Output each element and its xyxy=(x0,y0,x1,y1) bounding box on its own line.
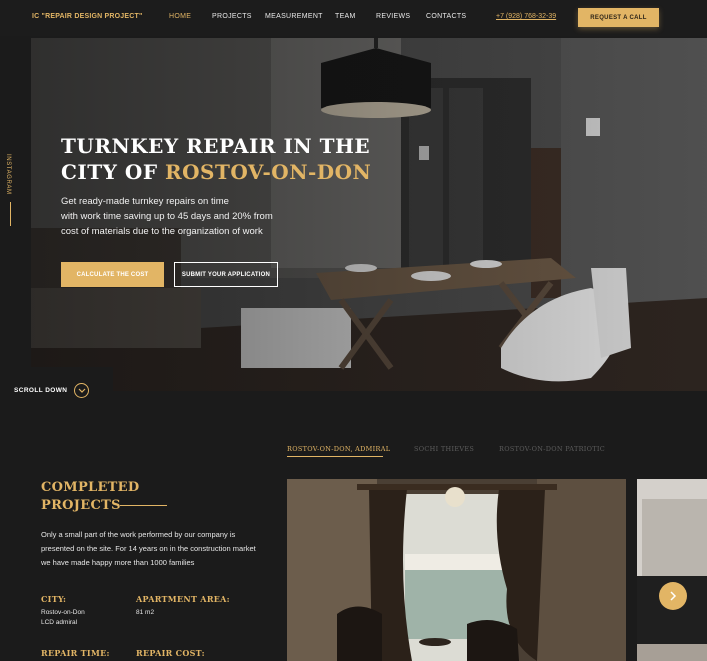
hero-title-city: ROSTOV-ON-DON xyxy=(164,160,372,184)
nav-reviews[interactable]: REVIEWS xyxy=(376,13,410,20)
next-photo-button[interactable] xyxy=(659,582,687,610)
repair-cost-label: REPAIR COST: xyxy=(136,648,205,658)
tab-rostov-patriotic[interactable]: ROSTOV-ON-DON PATRIOTIC xyxy=(499,445,605,453)
project-photo xyxy=(287,479,626,661)
section-title-divider xyxy=(120,505,167,506)
nav-projects[interactable]: PROJECTS xyxy=(212,13,252,20)
hero-banner: TURNKEY REPAIR IN THE CITY OF ROSTOV-ON-… xyxy=(31,38,707,391)
nav-measurement[interactable]: MEASUREMENT xyxy=(265,13,323,20)
tab-sochi[interactable]: SOCHI THIEVES xyxy=(414,445,474,453)
complex-value: LCD admiral xyxy=(41,619,78,626)
project-photo-image xyxy=(287,479,626,661)
tab-rostov-admiral[interactable]: ROSTOV-ON-DON, ADMIRAL xyxy=(287,445,390,453)
section-title-line1: COMPLETED xyxy=(41,480,140,495)
hero-title-prefix: CITY OF xyxy=(61,160,165,184)
active-tab-indicator xyxy=(287,456,383,457)
city-label: CITY: xyxy=(41,594,67,604)
section-description: Only a small part of the work performed … xyxy=(41,530,256,567)
instagram-link[interactable]: INSTAGRAM xyxy=(5,154,11,195)
instagram-divider xyxy=(10,202,11,226)
section-title: COMPLETED PROJECTS xyxy=(41,479,139,515)
request-call-button[interactable]: REQUEST A CALL xyxy=(578,8,659,27)
city-value: Rostov-on-Don xyxy=(41,609,85,616)
chevron-right-icon xyxy=(670,591,677,601)
chevron-down-icon xyxy=(78,388,86,393)
calculate-cost-button[interactable]: CALCULATE THE COST xyxy=(61,262,164,287)
hero-subtitle: Get ready-made turnkey repairs on time w… xyxy=(61,194,301,239)
apartment-area-value: 81 m2 xyxy=(136,609,155,616)
instagram-sidebar[interactable]: INSTAGRAM xyxy=(0,152,24,232)
scroll-down-label[interactable]: SCROLL DOWN xyxy=(14,387,67,394)
apartment-area-label: APARTMENT AREA: xyxy=(136,594,230,604)
hero-title: TURNKEY REPAIR IN THE CITY OF ROSTOV-ON-… xyxy=(61,133,371,185)
phone-link[interactable]: +7 (928) 768-32-39 xyxy=(496,13,556,20)
submit-application-button[interactable]: SUBMIT YOUR APPLICATION xyxy=(174,262,278,287)
repair-time-label: REPAIR TIME: xyxy=(41,648,110,658)
hero-subtitle-line: Get ready-made turnkey repairs on time xyxy=(61,196,229,207)
logo[interactable]: IC "REPAIR DESIGN PROJECT" xyxy=(32,13,143,20)
section-title-line2: PROJECTS xyxy=(41,498,121,513)
hero-title-line1: TURNKEY REPAIR IN THE xyxy=(61,134,371,158)
hero-subtitle-line: with work time saving up to 45 days and … xyxy=(61,211,273,222)
nav-contacts[interactable]: CONTACTS xyxy=(426,13,466,20)
site-header: IC "REPAIR DESIGN PROJECT" HOME PROJECTS… xyxy=(0,0,707,36)
nav-team[interactable]: TEAM xyxy=(335,13,356,20)
nav-home[interactable]: HOME xyxy=(169,13,191,20)
scroll-down-button[interactable] xyxy=(74,383,89,398)
hero-title-line2: CITY OF ROSTOV-ON-DON xyxy=(61,159,371,185)
hero-subtitle-line: cost of materials due to the organizatio… xyxy=(61,226,263,237)
